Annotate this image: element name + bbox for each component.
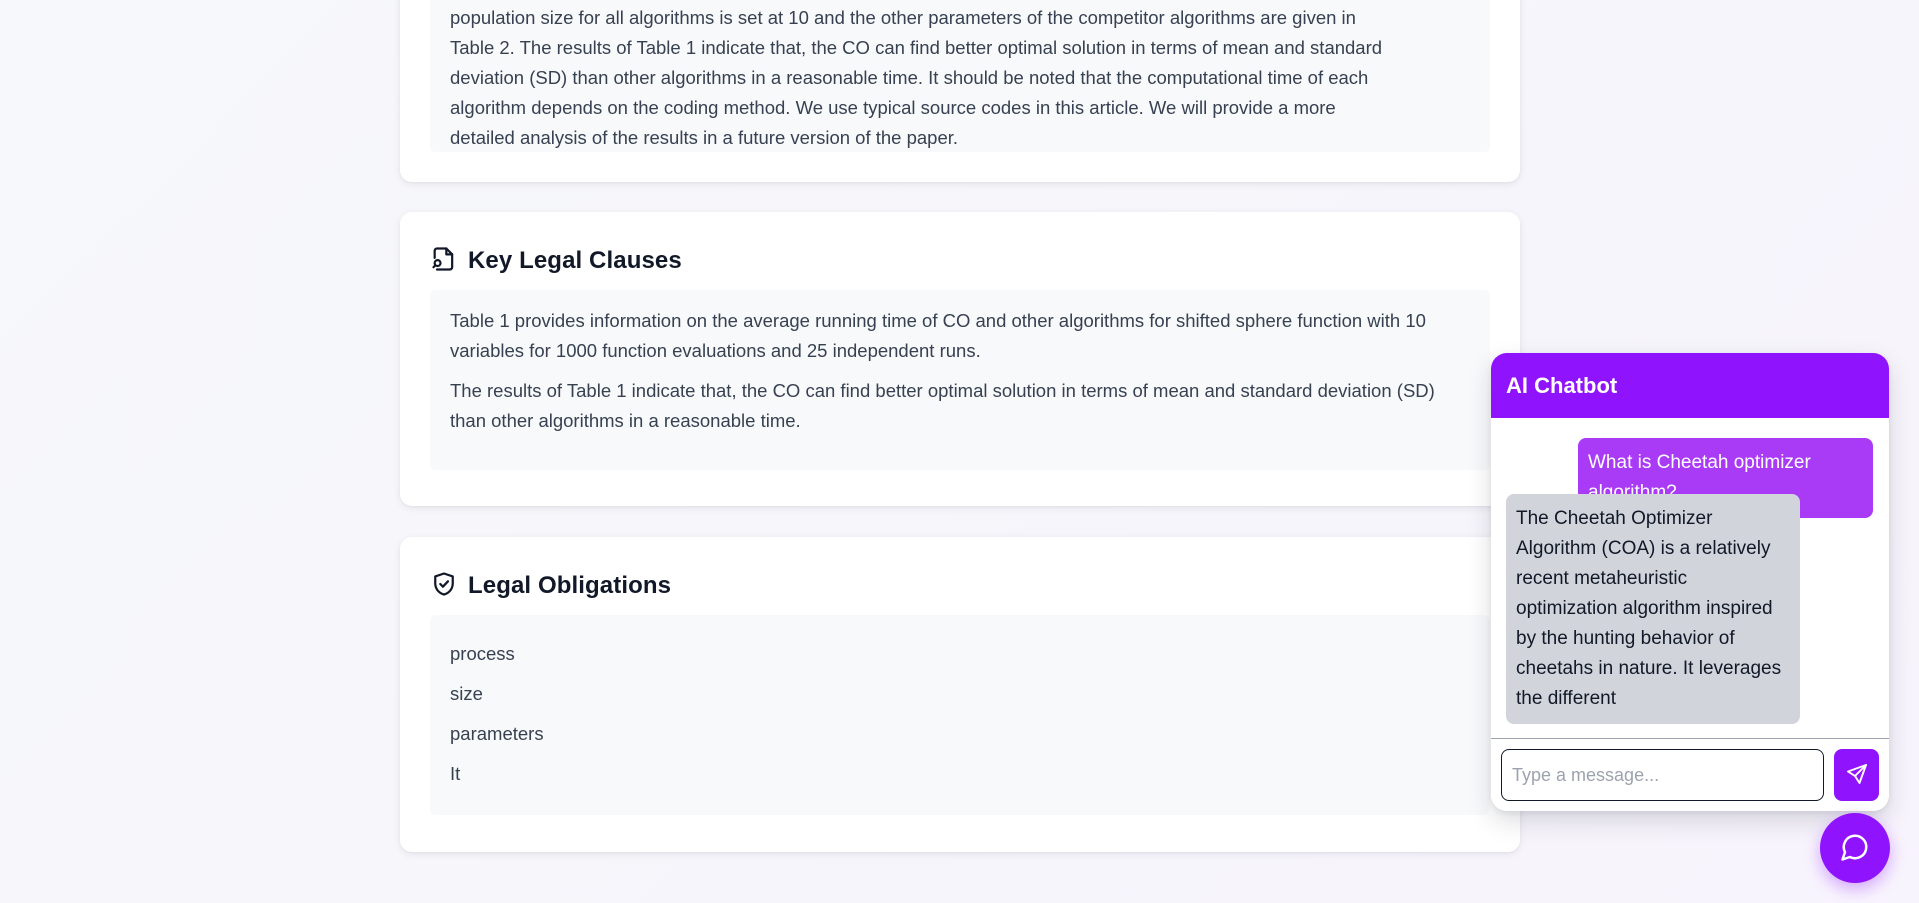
card-header: Legal Obligations (430, 569, 1490, 603)
key-clauses-body: Table 1 provides information on the aver… (430, 290, 1490, 470)
message-input[interactable] (1501, 749, 1824, 801)
summary-line: algorithm depends on the coding method. … (450, 97, 1336, 118)
chat-message-list[interactable]: What is Cheetah optimizer algorithm? The… (1491, 418, 1889, 738)
obligations-body: process size parameters It (430, 615, 1490, 815)
obligation-item: process (450, 643, 515, 664)
send-icon (1845, 762, 1869, 789)
legal-obligations-card: Legal Obligations process size parameter… (400, 537, 1520, 852)
card-header: Key Legal Clauses (430, 244, 1490, 278)
obligation-item: size (450, 683, 483, 704)
summary-line: deviation (SD) than other algorithms in … (450, 67, 1369, 88)
send-button[interactable] (1834, 749, 1879, 801)
card-title: Key Legal Clauses (468, 247, 682, 274)
summary-card: population size for all algorithms is se… (400, 0, 1520, 182)
obligation-item: parameters (450, 723, 544, 744)
chat-toggle-button[interactable] (1820, 813, 1890, 883)
summary-line: population size for all algorithms is se… (450, 7, 1356, 28)
document-search-icon (430, 245, 458, 278)
clause-paragraph: The results of Table 1 indicate that, th… (450, 380, 1435, 431)
bot-message: The Cheetah Optimizer Algorithm (COA) is… (1506, 494, 1800, 724)
summary-line: Table 2. The results of Table 1 indicate… (450, 37, 1383, 58)
chatbot-panel: AI Chatbot What is Cheetah optimizer alg… (1491, 353, 1889, 811)
chat-bubble-icon (1840, 832, 1870, 865)
chatbot-header: AI Chatbot (1491, 353, 1889, 418)
key-legal-clauses-card: Key Legal Clauses Table 1 provides infor… (400, 212, 1520, 506)
summary-body: population size for all algorithms is se… (430, 0, 1490, 152)
summary-line: detailed analysis of the results in a fu… (450, 127, 959, 148)
page: population size for all algorithms is se… (0, 0, 1919, 903)
card-title: Legal Obligations (468, 572, 672, 599)
chat-input-bar (1491, 738, 1889, 811)
chatbot-title: AI Chatbot (1506, 372, 1618, 398)
shield-check-icon (430, 570, 458, 603)
obligation-item: It (450, 763, 461, 784)
clause-paragraph: Table 1 provides information on the aver… (450, 310, 1426, 361)
